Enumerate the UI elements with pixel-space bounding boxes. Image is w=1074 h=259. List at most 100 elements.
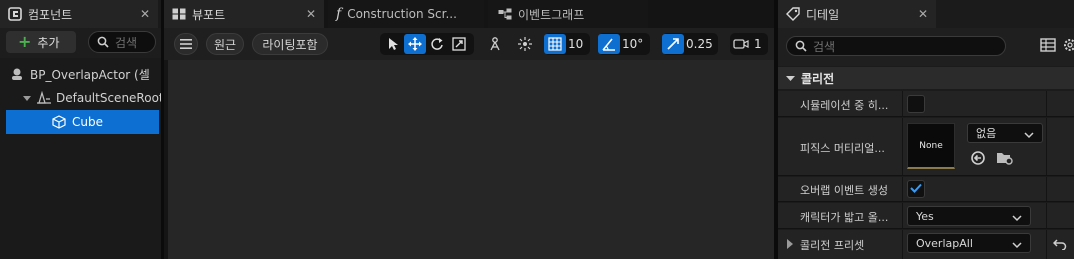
property-row-simulation-hit: 시뮬레이션 중 히...: [778, 91, 1074, 117]
tree-item-root-actor[interactable]: BP_OverlapActor (셀: [0, 62, 161, 86]
property-label: 캐릭터가 밟고 올...: [800, 211, 889, 224]
select-tool-button[interactable]: [382, 34, 404, 54]
property-label: 시뮬레이션 중 히...: [800, 99, 889, 112]
components-icon: [8, 7, 22, 21]
rotation-snap-group: 10°: [598, 33, 650, 55]
checkmark-icon: [910, 182, 922, 197]
tab-construction-script-label: Construction Scr...: [347, 7, 457, 21]
scale-tool-button[interactable]: [448, 34, 470, 54]
simulation-hit-checkbox[interactable]: [907, 95, 925, 113]
phys-material-value: 없음: [976, 127, 997, 140]
rotation-snap-toggle[interactable]: [598, 34, 620, 54]
actor-icon: [10, 67, 24, 81]
scale-snap-group: 0.25: [662, 33, 718, 55]
property-label: 콜리전 프리셋: [800, 239, 865, 252]
panel-splitter[interactable]: [774, 0, 778, 259]
phys-material-thumbnail[interactable]: None: [907, 123, 955, 169]
close-icon[interactable]: ✕: [306, 7, 316, 21]
add-component-label: 추가: [37, 35, 60, 50]
grid-snap-toggle[interactable]: [544, 34, 566, 54]
details-panel: 디테일 ✕ 검색 콜리전 시뮬레이션 중 히... 피직스 머티리얼... No…: [778, 0, 1074, 259]
viewport-icon: [172, 8, 186, 20]
rotate-tool-button[interactable]: [426, 34, 448, 54]
function-icon: f: [336, 6, 342, 22]
world-local-toggle-button[interactable]: [484, 34, 506, 54]
collision-presets-dropdown[interactable]: OverlapAll: [907, 233, 1031, 253]
chevron-down-icon: [1012, 212, 1022, 225]
tree-item-cube[interactable]: Cube: [6, 110, 159, 134]
viewport-toolbar: 원근 라이팅포함 10 10° 0.25 1: [164, 28, 774, 60]
camera-speed-group: 1: [730, 33, 768, 55]
viewport-options-button[interactable]: [174, 33, 198, 55]
category-collision-header[interactable]: 콜리전: [778, 67, 1074, 89]
property-row-can-character-step: 캐릭터가 밟고 올... Yes: [778, 203, 1074, 229]
collapse-arrow-icon: [786, 74, 795, 83]
camera-speed-value[interactable]: 1: [752, 37, 766, 51]
surface-snap-button[interactable]: [514, 34, 536, 54]
surface-snap-icon: [517, 36, 533, 52]
editor-tab-bar: 뷰포트 ✕ f Construction Scr... 이벤트그래프: [164, 0, 774, 28]
details-search-input[interactable]: 검색: [786, 36, 1006, 56]
use-selected-asset-icon[interactable]: [970, 150, 986, 169]
can-character-step-value: Yes: [916, 209, 934, 223]
add-component-button[interactable]: + 추가: [6, 31, 76, 53]
can-character-step-dropdown[interactable]: Yes: [907, 206, 1031, 226]
category-collision-label: 콜리전: [801, 71, 835, 86]
table-view-icon[interactable]: [1040, 38, 1056, 55]
perspective-label: 원근: [213, 37, 237, 52]
chevron-down-icon: [1024, 129, 1034, 142]
property-row-overlap-events: 오버랩 이벤트 생성: [778, 177, 1074, 202]
components-search-input[interactable]: 검색: [88, 31, 156, 53]
perspective-button[interactable]: 원근: [206, 33, 244, 55]
property-row-collision-presets: 콜리전 프리셋 OverlapAll: [778, 230, 1074, 259]
property-label: 피직스 머티리얼...: [800, 142, 885, 155]
tab-event-graph-label: 이벤트그래프: [518, 7, 585, 22]
gear-icon[interactable]: [1062, 37, 1074, 56]
thumbnail-text: None: [919, 140, 943, 151]
hamburger-menu-icon: [180, 39, 192, 49]
plus-icon: +: [18, 32, 32, 51]
lighting-mode-label: 라이팅포함: [262, 37, 318, 52]
tab-components-label: 컴포넌트: [28, 7, 73, 22]
panel-splitter[interactable]: [161, 0, 164, 259]
cube-icon: [52, 115, 66, 129]
grid-snap-group: 10: [544, 33, 590, 55]
phys-material-dropdown[interactable]: 없음: [967, 123, 1043, 143]
expand-arrow-icon[interactable]: [786, 239, 794, 249]
lighting-mode-button[interactable]: 라이팅포함: [252, 33, 328, 55]
components-panel: 컴포넌트 ✕ + 추가 검색 BP_OverlapActor (셀 Defaul…: [0, 0, 161, 259]
property-row-phys-material: 피직스 머티리얼... None 없음: [778, 118, 1074, 176]
tab-viewport[interactable]: 뷰포트 ✕: [164, 0, 324, 28]
tree-item-default-scene-root[interactable]: DefaultSceneRoot: [0, 86, 161, 110]
collision-presets-value: OverlapAll: [916, 236, 973, 250]
components-toolbar: + 추가 검색: [0, 28, 161, 58]
translate-tool-button[interactable]: [404, 34, 426, 54]
details-search-placeholder: 검색: [813, 39, 836, 54]
browse-folder-icon[interactable]: [996, 150, 1014, 169]
component-tree: BP_OverlapActor (셀 DefaultSceneRoot Cube: [0, 62, 161, 134]
tab-construction-script[interactable]: f Construction Scr...: [328, 0, 484, 28]
rotation-snap-value[interactable]: 10°: [620, 37, 647, 51]
collapse-arrow-icon[interactable]: [22, 93, 32, 103]
details-icon: [786, 7, 800, 21]
components-search-placeholder: 검색: [115, 35, 138, 50]
grid-snap-value[interactable]: 10: [566, 37, 587, 51]
tab-components[interactable]: 컴포넌트 ✕: [0, 0, 158, 28]
scale-snap-toggle[interactable]: [662, 34, 684, 54]
tree-item-label: BP_OverlapActor (셀: [30, 67, 150, 82]
camera-speed-button[interactable]: [730, 34, 752, 54]
scale-snap-value[interactable]: 0.25: [684, 37, 717, 51]
reset-to-default-icon[interactable]: [1052, 238, 1067, 253]
search-icon: [97, 36, 109, 48]
close-icon[interactable]: ✕: [918, 7, 928, 21]
transform-tools-group: [380, 33, 474, 55]
tab-event-graph[interactable]: 이벤트그래프: [488, 0, 648, 28]
tree-item-label: Cube: [72, 115, 103, 129]
globe-icon: [487, 36, 503, 52]
tab-viewport-label: 뷰포트: [192, 7, 226, 22]
tab-details-label: 디테일: [806, 7, 840, 22]
tab-details[interactable]: 디테일 ✕: [778, 0, 936, 28]
close-icon[interactable]: ✕: [140, 7, 150, 21]
overlap-events-checkbox[interactable]: [907, 180, 925, 198]
viewport-canvas[interactable]: [168, 60, 774, 259]
